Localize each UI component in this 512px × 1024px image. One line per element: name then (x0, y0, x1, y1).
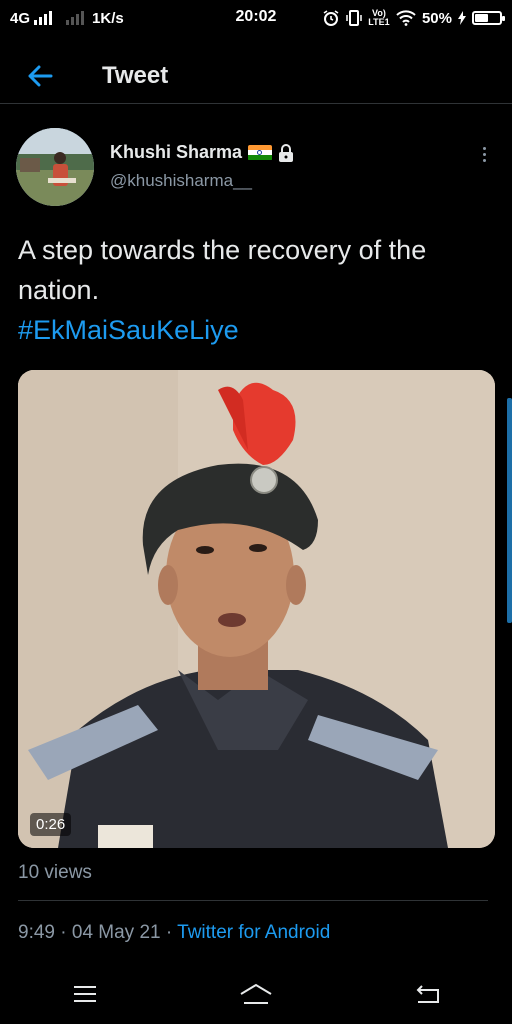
alarm-icon (323, 10, 339, 26)
lte-label: Vo) LTE1 (368, 8, 390, 27)
system-nav-bar (0, 964, 512, 1024)
tweet-time: 9:49 (18, 922, 55, 943)
status-right: Vo) LTE1 50% (322, 8, 505, 27)
lock-icon (279, 143, 294, 162)
view-count: 10 views (18, 862, 92, 883)
india-flag-icon (248, 144, 273, 161)
author-handle[interactable]: @khushisharma__ (110, 171, 294, 191)
avatar[interactable] (16, 128, 94, 206)
meta-separator: · (160, 922, 178, 943)
tweet-author: Khushi Sharma @khushisharma__ (16, 128, 496, 208)
charging-icon (458, 11, 466, 25)
video-duration: 0:26 (30, 813, 72, 836)
page-title: Tweet (102, 61, 169, 89)
tweet-text-line2: nation. (18, 275, 100, 305)
avatar-image (16, 128, 94, 206)
scrollbar[interactable] (507, 398, 512, 623)
status-left: 4G 1K/s (10, 10, 124, 27)
name-row: Khushi Sharma (110, 142, 294, 163)
hashtag-link[interactable]: #EkMaiSauKeLiye (18, 310, 494, 350)
back-icon (416, 985, 439, 1003)
tweet-text: A step towards the recovery of the natio… (18, 230, 494, 350)
tweet-text-line1: A step towards the recovery of the (18, 235, 427, 265)
battery-fill (475, 14, 488, 22)
wifi-icon (396, 10, 416, 26)
meta-separator: · (54, 922, 72, 943)
arrow-left-icon (28, 65, 53, 86)
menu-icon (74, 986, 97, 1002)
divider (18, 900, 488, 901)
network-type: 4G (10, 9, 31, 27)
more-vertical-icon (482, 146, 486, 162)
back-button[interactable] (0, 48, 80, 104)
home-icon (240, 983, 272, 1004)
more-options-button[interactable] (472, 142, 496, 166)
back-nav-button[interactable] (397, 972, 457, 1016)
author-name[interactable]: Khushi Sharma (110, 142, 242, 163)
signal-icon (34, 11, 53, 25)
header: Tweet (0, 48, 512, 104)
tweet-source-link[interactable]: Twitter for Android (177, 922, 330, 943)
status-bar: 4G 1K/s 20:02 Vo) LTE1 50% (0, 0, 512, 36)
home-button[interactable] (226, 972, 286, 1016)
network-speed: 1K/s (92, 9, 124, 27)
author-info: Khushi Sharma @khushisharma__ (110, 142, 294, 208)
tweet-date: 04 May 21 (71, 922, 161, 943)
vibrate-icon (346, 10, 362, 26)
video-thumbnail (18, 370, 495, 848)
menu-button[interactable] (55, 972, 115, 1016)
battery-percent: 50% (421, 9, 452, 27)
tweet-video[interactable]: 0:26 (18, 370, 495, 848)
signal-sim2-icon (66, 11, 85, 25)
battery-icon (472, 11, 505, 25)
tweet-meta: 9:49 · 04 May 21 · Twitter for Android (18, 922, 330, 944)
